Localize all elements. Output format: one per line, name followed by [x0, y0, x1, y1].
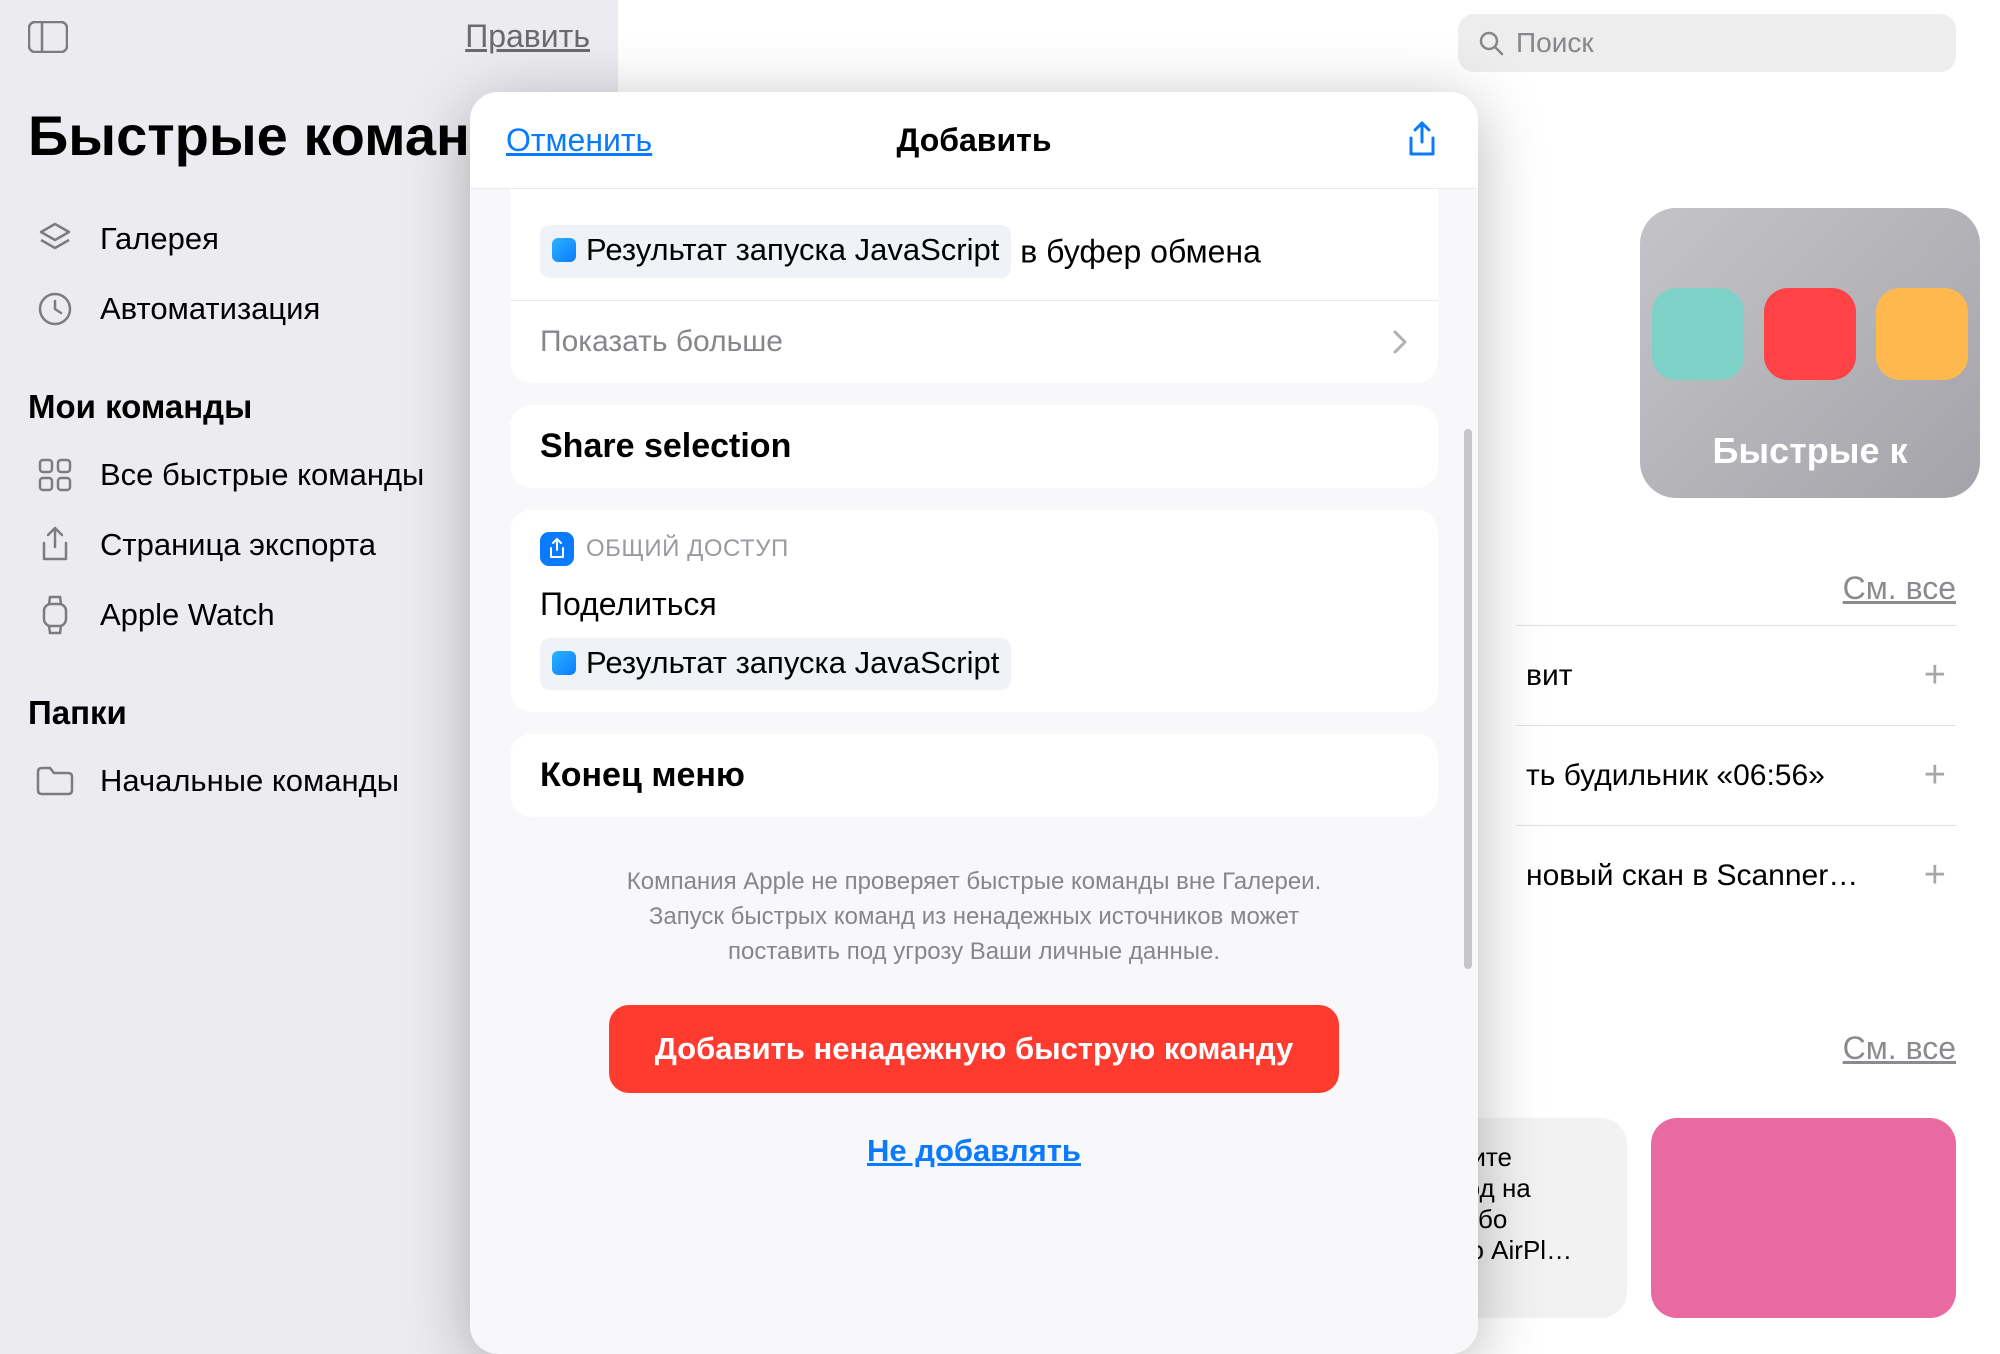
see-all-link[interactable]: См. все — [1516, 1030, 1956, 1067]
share-category-label: ОБЩИЙ ДОСТУП — [586, 535, 789, 563]
add-shortcut-modal: Отменить Добавить Результат запуска Java… — [470, 92, 1478, 1354]
sidebar-item-label: Автоматизация — [100, 291, 320, 327]
edit-button[interactable]: Править — [465, 18, 590, 55]
action-pill[interactable]: Результат запуска JavaScript — [540, 225, 1011, 278]
chevron-right-icon — [1392, 329, 1408, 355]
add-untrusted-button[interactable]: Добавить ненадежную быструю команду — [609, 1005, 1340, 1093]
pill-label: Результат запуска JavaScript — [586, 640, 999, 687]
list-row-label: ть будильник «06:56» — [1526, 759, 1825, 793]
action-card: Результат запуска JavaScript в буфер обм… — [510, 189, 1438, 383]
sidebar-item-label: Все быстрые команды — [100, 457, 424, 493]
search-icon — [1478, 30, 1504, 56]
card-icon — [1876, 288, 1968, 380]
show-more-label: Показать больше — [540, 325, 783, 359]
action-pill[interactable]: Результат запуска JavaScript — [540, 638, 1011, 691]
see-all-link[interactable]: См. все — [1516, 570, 1956, 607]
pill-label: Результат запуска JavaScript — [586, 227, 999, 274]
show-more-row[interactable]: Показать больше — [510, 300, 1438, 383]
dont-add-link[interactable]: Не добавлять — [510, 1133, 1438, 1169]
share-mini-icon — [540, 532, 574, 566]
folder-icon — [34, 760, 76, 802]
list-row-label: новый скан в Scanner… — [1526, 859, 1858, 893]
cancel-button[interactable]: Отменить — [506, 122, 652, 159]
sidebar-item-label: Начальные команды — [100, 763, 399, 799]
sidebar-item-label: Страница экспорта — [100, 527, 376, 563]
sidebar-item-label: Apple Watch — [100, 597, 275, 633]
section-header-card: Share selection — [510, 405, 1438, 488]
promo-card[interactable]: Быстрые к — [1640, 208, 1980, 498]
safari-icon — [552, 238, 576, 262]
search-placeholder: Поиск — [1516, 27, 1594, 59]
search-input[interactable]: Поиск — [1458, 14, 1956, 72]
safari-icon — [552, 651, 576, 675]
plus-icon[interactable]: + — [1924, 854, 1946, 897]
scrollbar[interactable] — [1464, 429, 1472, 969]
list-row[interactable]: ть будильник «06:56» + — [1516, 725, 1956, 825]
sidebar-item-label: Галерея — [100, 221, 219, 257]
share-action-card: ОБЩИЙ ДОСТУП Поделиться Результат запуск… — [510, 510, 1438, 713]
card-title: Быстрые к — [1712, 430, 1907, 472]
sidebar-toggle-icon[interactable] — [28, 19, 68, 55]
clock-icon — [34, 288, 76, 330]
end-menu-title: Конец меню — [540, 756, 1408, 795]
grid-icon — [34, 454, 76, 496]
list-row[interactable]: новый скан в Scanner… + — [1516, 825, 1956, 925]
watch-icon — [34, 594, 76, 636]
card-icon — [1764, 288, 1856, 380]
share-icon — [34, 524, 76, 566]
card-icon — [1652, 288, 1744, 380]
list-row-label: вит — [1526, 659, 1572, 693]
share-action-title: Поделиться — [540, 580, 1408, 628]
shortcut-tile[interactable] — [1651, 1118, 1956, 1318]
list-row[interactable]: вит + — [1516, 625, 1956, 725]
warning-text: Компания Apple не проверяет быстрые кома… — [624, 865, 1324, 969]
plus-icon[interactable]: + — [1924, 754, 1946, 797]
layers-icon — [34, 218, 76, 260]
section-title: Share selection — [540, 427, 1408, 466]
action-suffix: в буфер обмена — [1011, 233, 1261, 269]
plus-icon[interactable]: + — [1924, 654, 1946, 697]
share-button[interactable] — [1402, 120, 1442, 160]
end-menu-card: Конец меню — [510, 734, 1438, 817]
